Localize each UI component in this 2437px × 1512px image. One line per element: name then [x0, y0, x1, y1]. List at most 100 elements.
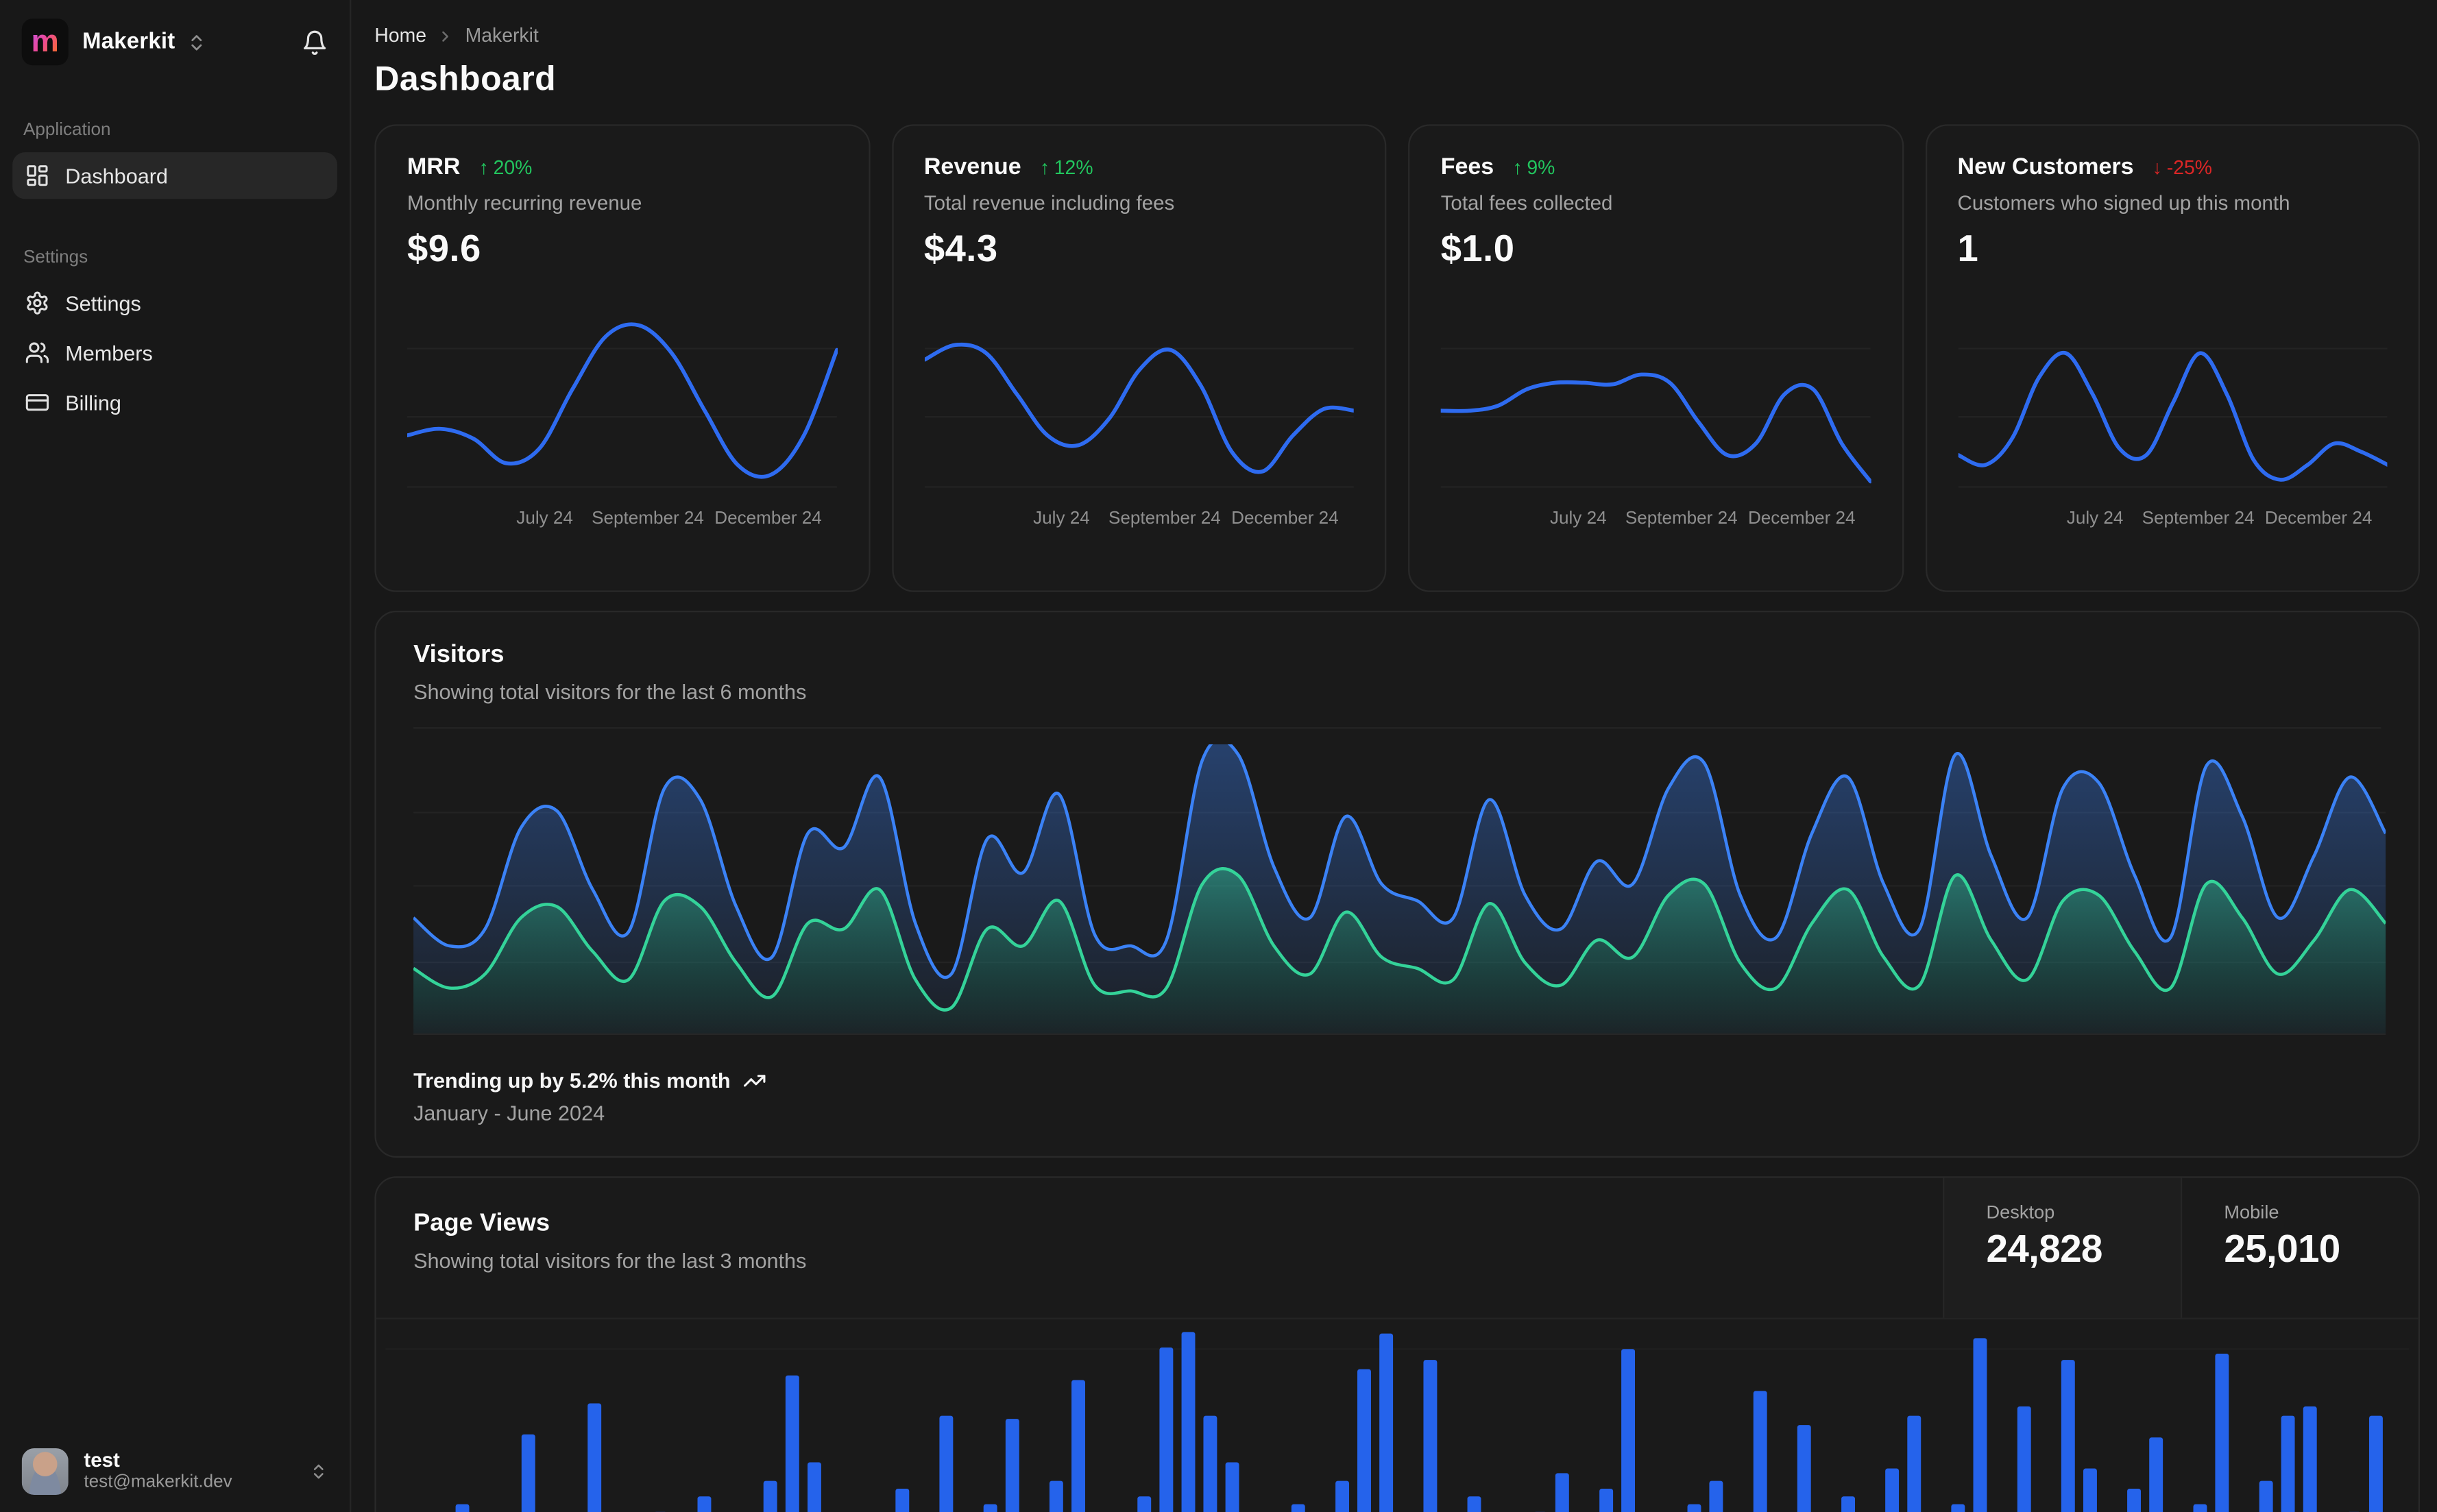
trend-badge: ↑ 9%	[1512, 156, 1555, 178]
credit-card-icon	[25, 390, 49, 415]
chevron-right-icon	[437, 27, 454, 45]
sidebar-item-settings[interactable]: Settings	[12, 280, 337, 326]
notifications-bell-icon[interactable]	[302, 29, 328, 56]
trend-value: 9%	[1527, 156, 1555, 178]
revenue-sparkline-chart	[922, 342, 1356, 488]
stat-description: Customers who signed up this month	[1957, 191, 2290, 215]
sidebar-item-label: Dashboard	[65, 164, 168, 188]
x-tick: September 24	[1625, 509, 1738, 528]
x-tick: December 24	[1747, 509, 1856, 528]
layout-dashboard-icon	[25, 163, 49, 188]
user-name: test	[84, 1448, 120, 1472]
stat-value: $9.6	[407, 228, 481, 271]
arrow-up-icon: ↑	[1039, 156, 1050, 178]
visitors-chart-area	[376, 729, 2418, 1035]
nav-settings: Settings Members Billing	[0, 280, 350, 429]
trend-value: 20%	[493, 156, 533, 178]
mobile-total: 25,010	[2224, 1228, 2340, 1271]
x-axis-labels: July 24 September 24 December 24	[924, 510, 1354, 533]
users-icon	[25, 341, 49, 365]
page-views-title: Page Views	[413, 1210, 550, 1237]
breadcrumb-home-link[interactable]: Home	[374, 25, 426, 47]
page-title: Dashboard	[374, 59, 557, 98]
workspace-name: Makerkit	[82, 29, 175, 55]
nav-application: Dashboard	[0, 152, 350, 202]
chevrons-up-down-icon	[309, 1462, 328, 1480]
page-views-bar-chart	[385, 1332, 2410, 1512]
x-tick: September 24	[1108, 509, 1221, 528]
toggle-label: Desktop	[1986, 1201, 2055, 1223]
breadcrumb-current: Makerkit	[465, 25, 539, 47]
toggle-mobile-button[interactable]: Mobile 25,010	[2180, 1178, 2418, 1318]
section-label-settings: Settings	[23, 248, 88, 267]
sidebar-item-label: Members	[65, 341, 153, 365]
sidebar-item-label: Settings	[65, 291, 141, 315]
stat-description: Monthly recurring revenue	[407, 191, 642, 215]
x-tick: July 24	[2066, 509, 2124, 528]
x-tick: July 24	[516, 509, 573, 528]
visitors-area-chart	[413, 744, 2386, 1035]
x-tick: December 24	[2264, 509, 2373, 528]
stat-card-new-customers: New Customers ↓ -25% Customers who signed…	[1924, 124, 2421, 592]
mrr-sparkline-chart	[405, 322, 839, 488]
new-customers-sparkline-chart	[1955, 347, 2390, 488]
visitors-header: Visitors Showing total visitors for the …	[376, 612, 2418, 727]
visitors-period: January - June 2024	[413, 1101, 605, 1125]
x-tick: July 24	[1549, 509, 1607, 528]
visitors-title: Visitors	[413, 642, 505, 668]
user-email: test@makerkit.dev	[84, 1473, 232, 1492]
x-tick: September 24	[592, 509, 704, 528]
x-axis-labels: July 24 September 24 December 24	[407, 510, 837, 533]
x-tick: September 24	[2142, 509, 2255, 528]
stat-card-fees: Fees ↑ 9% Total fees collected $1.0 July …	[1408, 124, 1904, 592]
makerkit-logo: m	[21, 19, 69, 66]
visitors-footer: Trending up by 5.2% this month January -…	[376, 1035, 2418, 1156]
sidebar-item-members[interactable]: Members	[12, 330, 337, 376]
stat-card-mrr: MRR ↑ 20% Monthly recurring revenue $9.6 …	[374, 124, 870, 592]
trend-value: 12%	[1054, 156, 1093, 178]
sidebar-item-label: Billing	[65, 391, 121, 415]
device-toggle: Desktop 24,828 Mobile 25,010	[1943, 1178, 2418, 1318]
stat-description: Total fees collected	[1440, 191, 1613, 215]
stat-title: MRR	[407, 154, 461, 180]
chevrons-up-down-icon[interactable]	[186, 32, 206, 51]
visitors-trend-text: Trending up by 5.2% this month	[413, 1069, 731, 1093]
stat-card-revenue: Revenue ↑ 12% Total revenue including fee…	[891, 124, 1387, 592]
x-axis-labels: July 24 September 24 December 24	[1958, 510, 2388, 533]
workspace-selector[interactable]: m Makerkit	[0, 0, 350, 81]
stat-title: Revenue	[923, 154, 1021, 180]
page-views-subtitle: Showing total visitors for the last 3 mo…	[413, 1249, 807, 1273]
toggle-desktop-button[interactable]: Desktop 24,828	[1943, 1178, 2181, 1318]
sidebar-item-dashboard[interactable]: Dashboard	[12, 152, 337, 199]
sidebar-item-billing[interactable]: Billing	[12, 379, 337, 426]
stat-title: New Customers	[1957, 154, 2134, 180]
visitors-subtitle: Showing total visitors for the last 6 mo…	[413, 681, 807, 705]
sidebar: m Makerkit Application Dashboard Setting…	[0, 0, 352, 1512]
section-label-application: Application	[23, 121, 111, 141]
toggle-label: Mobile	[2224, 1201, 2279, 1223]
arrow-up-icon: ↑	[478, 156, 489, 178]
page-views-chart-area	[376, 1319, 2418, 1512]
visitors-card: Visitors Showing total visitors for the …	[374, 611, 2421, 1158]
trend-badge: ↑ 20%	[479, 156, 533, 178]
trend-value: -25%	[2166, 156, 2212, 178]
arrow-down-icon: ↓	[2152, 156, 2162, 178]
trending-up-icon	[743, 1069, 766, 1093]
user-avatar	[21, 1448, 69, 1496]
main-content: Home Makerkit Dashboard MRR ↑ 20% Monthly…	[353, 0, 2437, 1512]
stat-value: $4.3	[923, 228, 998, 271]
desktop-total: 24,828	[1986, 1228, 2102, 1271]
x-axis-labels: July 24 September 24 December 24	[1441, 510, 1871, 533]
gear-icon	[25, 291, 49, 315]
x-tick: July 24	[1033, 509, 1090, 528]
arrow-up-icon: ↑	[1512, 156, 1523, 178]
stats-row: MRR ↑ 20% Monthly recurring revenue $9.6 …	[374, 124, 2421, 592]
stat-value: 1	[1957, 228, 1979, 271]
stat-value: $1.0	[1440, 228, 1515, 271]
trend-badge: ↑ 12%	[1040, 156, 1093, 178]
app-window: m Makerkit Application Dashboard Setting…	[0, 0, 2437, 1512]
x-tick: December 24	[1231, 509, 1339, 528]
user-menu-button[interactable]: test test@makerkit.dev	[0, 1431, 350, 1512]
makerkit-logo-letter: m	[31, 25, 59, 60]
x-tick: December 24	[714, 509, 822, 528]
